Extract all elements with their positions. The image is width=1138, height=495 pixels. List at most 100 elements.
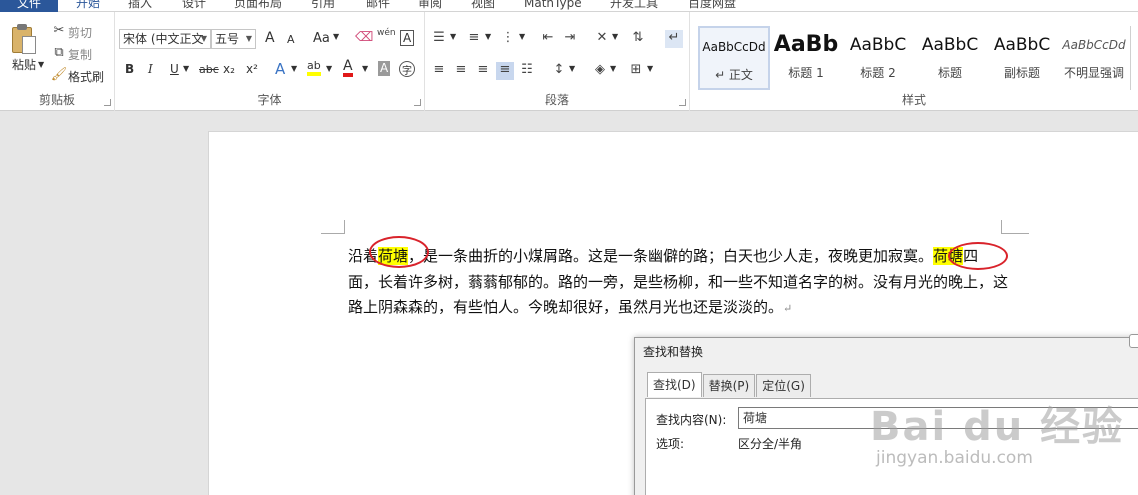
sort-icon[interactable]: ⇅ <box>629 30 647 48</box>
align-left-icon[interactable]: ≡ <box>430 62 448 80</box>
tab-home[interactable]: 开始 <box>76 0 100 12</box>
chevron-down-icon[interactable]: ▼ <box>362 64 368 73</box>
format-painter-button[interactable]: 🖌 格式刷 <box>50 66 104 86</box>
font-group: 宋体 (中文正文 ▼ 五号 ▼ A A Aa ▼ ⌫ wén A B I U ▼… <box>115 12 425 111</box>
style-preview: AaBbC <box>993 35 1051 55</box>
line-spacing-icon[interactable]: ↕ <box>550 62 568 80</box>
dialog-title: 查找和替换 <box>643 345 704 359</box>
subscript-button[interactable]: x₂ <box>223 62 235 76</box>
highlight-button[interactable]: ab <box>307 59 321 76</box>
decrease-indent-icon[interactable]: ⇤ <box>539 30 557 48</box>
chevron-down-icon: ▼ <box>245 34 252 43</box>
enclose-char-button[interactable]: 字 <box>399 61 415 77</box>
italic-button[interactable]: I <box>148 62 153 76</box>
tab-mailings[interactable]: 邮件 <box>366 0 390 12</box>
style-name: ↵ 正文 <box>715 68 753 82</box>
shading-icon[interactable]: ◈ <box>591 62 609 80</box>
chevron-down-icon[interactable]: ▼ <box>333 32 339 41</box>
style-heading-2[interactable]: AaBbC 标题 2 <box>842 26 914 90</box>
justify-icon[interactable]: ≡ <box>496 62 514 80</box>
tab-review[interactable]: 审阅 <box>418 0 442 12</box>
cut-button[interactable]: ✂ 剪切 <box>50 22 92 42</box>
align-center-icon[interactable]: ≡ <box>452 62 470 80</box>
find-label: 查找内容(N): <box>656 413 727 427</box>
tab-insert[interactable]: 插入 <box>128 0 152 12</box>
show-marks-icon[interactable]: ↵ <box>665 30 683 48</box>
chevron-down-icon: ▼ <box>200 34 207 43</box>
tab-page-layout[interactable]: 页面布局 <box>234 0 282 12</box>
align-right-icon[interactable]: ≡ <box>474 62 492 80</box>
style-subtitle[interactable]: AaBbC 副标题 <box>986 26 1058 90</box>
bold-button[interactable]: B <box>125 62 134 76</box>
style-title[interactable]: AaBbC 标题 <box>914 26 986 90</box>
strikethrough-button[interactable]: abc <box>199 63 219 76</box>
tab-replace[interactable]: 替换(P) <box>702 374 756 397</box>
chevron-down-icon[interactable]: ▼ <box>610 64 616 73</box>
chevron-down-icon[interactable]: ▼ <box>38 60 44 69</box>
tab-mathtype[interactable]: MathType <box>524 0 582 12</box>
phonetic-guide-icon[interactable]: wén <box>377 28 396 38</box>
font-launcher-icon[interactable] <box>414 99 421 106</box>
styles-group: AaBbCcDd ↵ 正文 AaBb 标题 1 AaBbC 标题 2 AaBbC… <box>690 12 1138 111</box>
distributed-icon[interactable]: ☷ <box>518 62 536 80</box>
style-preview: AaBbCcDd <box>1062 38 1126 52</box>
styles-group-label: 样式 <box>901 93 926 107</box>
clear-format-icon[interactable]: ⌫ <box>355 30 373 48</box>
char-border-icon[interactable]: A <box>400 30 415 46</box>
chinese-layout-icon[interactable]: ✕ <box>593 30 611 48</box>
chevron-down-icon[interactable]: ▼ <box>291 64 297 73</box>
chevron-down-icon[interactable]: ▼ <box>326 64 332 73</box>
chevron-down-icon[interactable]: ▼ <box>612 32 618 41</box>
paragraph-mark: ↵ <box>783 302 793 315</box>
paste-icon[interactable] <box>10 24 38 56</box>
copy-button[interactable]: ⧉ 复制 <box>50 44 92 64</box>
styles-scrollbar[interactable] <box>1130 26 1138 90</box>
tab-developer[interactable]: 开发工具 <box>610 0 658 12</box>
copy-icon: ⧉ <box>54 45 64 60</box>
style-preview: AaBbC <box>921 35 979 55</box>
paragraph-text: ，是一条曲折的小煤屑路。这是一条幽僻的路；白天也少人走，夜晚更加寂寞。 <box>408 247 934 265</box>
font-color-button[interactable]: A <box>343 59 353 77</box>
char-shading-button[interactable]: A <box>378 61 391 76</box>
shrink-font-icon[interactable]: A <box>287 33 295 46</box>
superscript-button[interactable]: x² <box>246 62 258 76</box>
bullets-icon[interactable]: ☰ <box>430 30 448 48</box>
numbering-icon[interactable]: ≡ <box>465 30 483 48</box>
document-paragraph[interactable]: 沿着荷塘，是一条曲折的小煤屑路。这是一条幽僻的路；白天也少人走，夜晚更加寂寞。荷… <box>348 244 1008 322</box>
close-icon[interactable] <box>1129 334 1138 348</box>
options-value: 区分全/半角 <box>738 437 803 451</box>
tab-view[interactable]: 视图 <box>471 0 495 12</box>
style-name: 不明显强调 <box>1063 66 1124 80</box>
underline-button[interactable]: U <box>170 62 179 76</box>
chevron-down-icon[interactable]: ▼ <box>647 64 653 73</box>
grow-font-icon[interactable]: A <box>265 30 275 46</box>
chevron-down-icon[interactable]: ▼ <box>519 32 525 41</box>
tab-file[interactable]: 文件 <box>0 0 58 12</box>
style-subtle-emphasis[interactable]: AaBbCcDd 不明显强调 <box>1058 26 1130 90</box>
cut-label: 剪切 <box>68 25 93 40</box>
dialog-tabs: 查找(D) 替换(P) 定位(G) <box>647 372 812 398</box>
tab-find[interactable]: 查找(D) <box>647 372 702 397</box>
font-name-select[interactable]: 宋体 (中文正文 ▼ <box>119 29 211 49</box>
crop-mark-top-right <box>1001 220 1029 234</box>
paragraph-launcher-icon[interactable] <box>679 99 686 106</box>
change-case-icon[interactable]: Aa <box>313 31 330 46</box>
tab-baidu-netdisk[interactable]: 百度网盘 <box>688 0 736 12</box>
chevron-down-icon[interactable]: ▼ <box>485 32 491 41</box>
text-effects-button[interactable]: A <box>275 60 285 78</box>
copy-label: 复制 <box>68 47 93 62</box>
multilevel-list-icon[interactable]: ⋮ <box>499 30 517 48</box>
clipboard-launcher-icon[interactable] <box>104 99 111 106</box>
chevron-down-icon[interactable]: ▼ <box>569 64 575 73</box>
style-normal[interactable]: AaBbCcDd ↵ 正文 <box>698 26 770 90</box>
chevron-down-icon[interactable]: ▼ <box>450 32 456 41</box>
font-size-select[interactable]: 五号 ▼ <box>211 29 256 49</box>
borders-icon[interactable]: ⊞ <box>627 62 645 80</box>
paste-button[interactable]: 粘贴 ▼ <box>12 56 44 73</box>
increase-indent-icon[interactable]: ⇥ <box>561 30 579 48</box>
style-heading-1[interactable]: AaBb 标题 1 <box>770 26 842 90</box>
tab-goto[interactable]: 定位(G) <box>756 374 811 397</box>
tab-references[interactable]: 引用 <box>311 0 335 12</box>
tab-design[interactable]: 设计 <box>182 0 206 12</box>
chevron-down-icon[interactable]: ▼ <box>183 64 189 73</box>
